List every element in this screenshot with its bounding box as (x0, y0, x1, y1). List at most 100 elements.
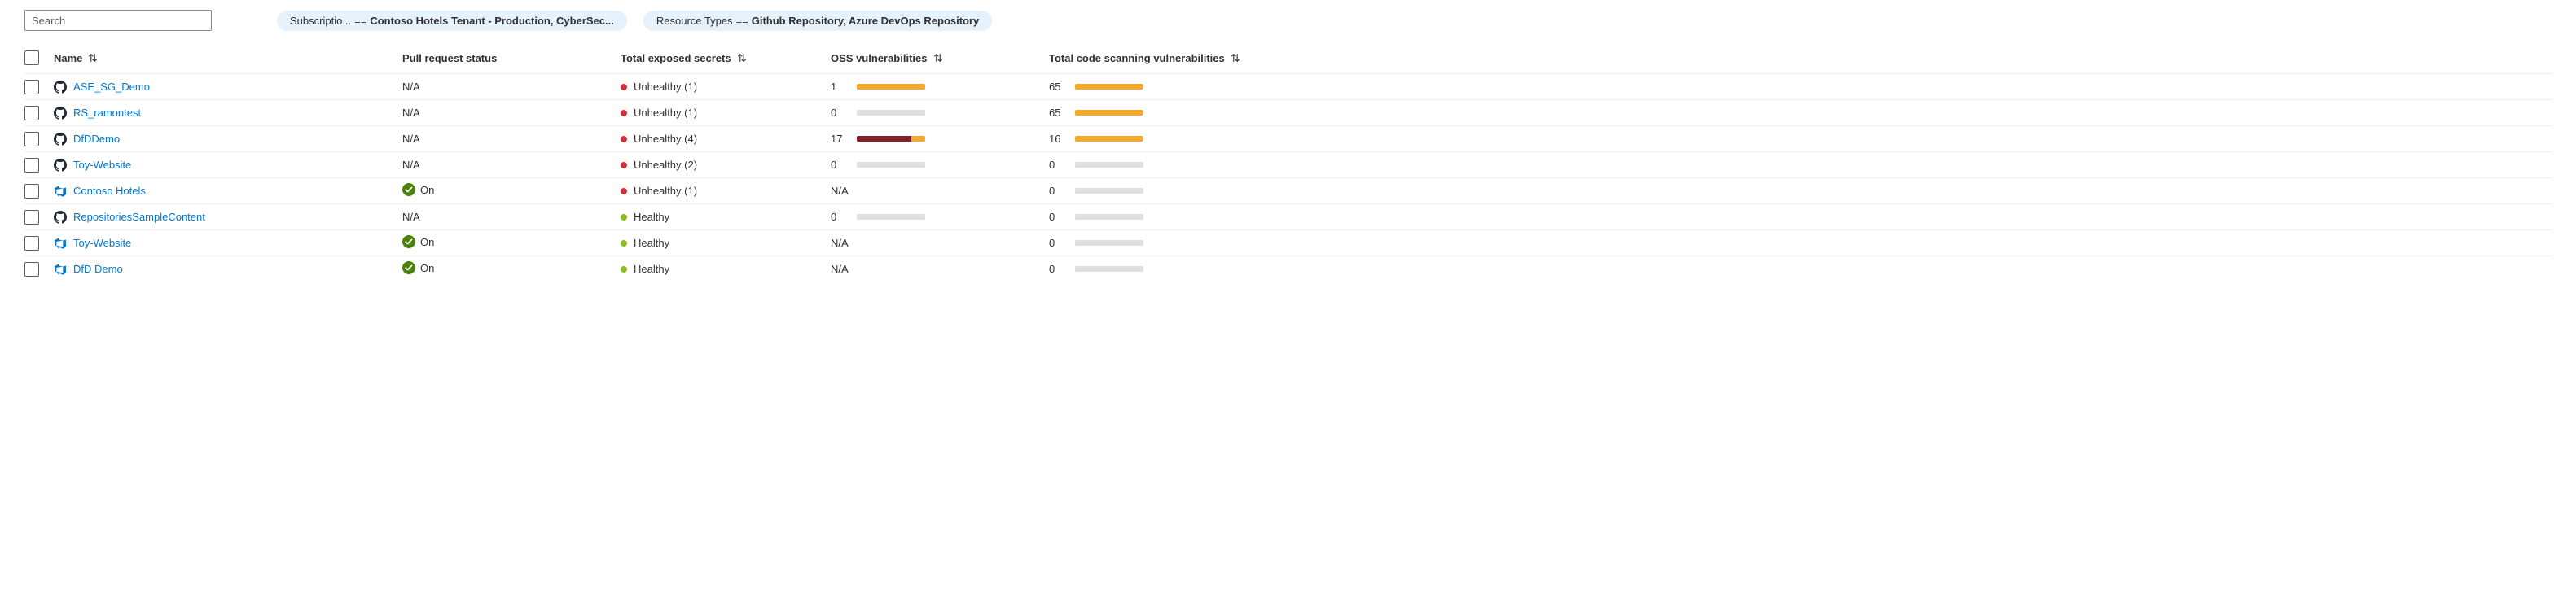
vuln-count: 16 (1049, 133, 1067, 145)
row-checkbox[interactable] (24, 158, 39, 173)
vuln-count: 0 (831, 107, 849, 119)
vuln-count: 0 (1049, 211, 1067, 223)
sort-icon (933, 52, 944, 63)
pr-status-text: N/A (402, 81, 420, 93)
search-input[interactable] (24, 10, 212, 31)
pr-status-text: N/A (402, 211, 420, 223)
repository-link[interactable]: ASE_SG_Demo (73, 81, 150, 93)
table-row: Toy-Website On Healthy N/A 0 (24, 229, 2552, 256)
secrets-text: Healthy (634, 237, 669, 249)
vuln-count: 0 (1049, 185, 1067, 197)
secrets-text: Unhealthy (1) (634, 185, 697, 197)
azure-devops-icon (54, 185, 67, 198)
column-label: Total exposed secrets (621, 52, 731, 64)
select-all-checkbox[interactable] (24, 50, 39, 65)
github-icon (54, 107, 67, 120)
row-checkbox[interactable] (24, 236, 39, 251)
repository-link[interactable]: Contoso Hotels (73, 185, 146, 197)
repository-link[interactable]: Toy-Website (73, 237, 131, 249)
severity-bar (857, 84, 925, 90)
column-code[interactable]: Total code scanning vulnerabilities (1049, 52, 1293, 64)
pr-status-text: On (420, 262, 434, 274)
status-on-icon (402, 183, 415, 196)
repository-link[interactable]: DfDDemo (73, 133, 120, 145)
table-header: Name Pull request status Total exposed s… (24, 46, 2552, 73)
filter-value: Github Repository, Azure DevOps Reposito… (752, 15, 980, 27)
column-pr-status[interactable]: Pull request status (402, 52, 614, 64)
pr-status-text: N/A (402, 159, 420, 171)
repositories-table: Name Pull request status Total exposed s… (24, 46, 2552, 282)
vuln-count: 1 (831, 81, 849, 93)
row-checkbox[interactable] (24, 106, 39, 120)
secrets-text: Healthy (634, 263, 669, 275)
secrets-text: Unhealthy (1) (634, 81, 697, 93)
filter-value: Contoso Hotels Tenant - Production, Cybe… (370, 15, 614, 27)
repository-link[interactable]: DfD Demo (73, 263, 123, 275)
sort-icon (736, 52, 748, 63)
row-checkbox[interactable] (24, 262, 39, 277)
github-icon (54, 81, 67, 94)
table-row: RepositoriesSampleContent N/A Healthy 0 … (24, 203, 2552, 229)
pr-status-text: On (420, 184, 434, 196)
severity-bar-segment (857, 136, 911, 142)
column-name[interactable]: Name (54, 52, 396, 64)
column-label: Pull request status (402, 52, 497, 64)
row-checkbox[interactable] (24, 80, 39, 94)
vuln-count: 0 (1049, 263, 1067, 275)
row-checkbox[interactable] (24, 184, 39, 199)
column-oss[interactable]: OSS vulnerabilities (831, 52, 1042, 64)
vuln-count: N/A (831, 263, 849, 275)
column-label: Name (54, 52, 82, 64)
pr-status-text: On (420, 236, 434, 248)
vuln-count: 0 (831, 211, 849, 223)
severity-bar (1075, 162, 1143, 168)
health-dot-icon (621, 188, 627, 194)
severity-bar (857, 110, 925, 116)
filter-op: == (736, 15, 748, 27)
row-checkbox[interactable] (24, 132, 39, 146)
health-dot-icon (621, 84, 627, 90)
table-row: DfD Demo On Healthy N/A 0 (24, 256, 2552, 282)
secrets-text: Unhealthy (4) (634, 133, 697, 145)
column-label: Total code scanning vulnerabilities (1049, 52, 1225, 64)
repository-link[interactable]: RS_ramontest (73, 107, 141, 119)
health-dot-icon (621, 240, 627, 247)
sort-icon (1230, 52, 1241, 63)
severity-bar (1075, 188, 1143, 194)
sort-icon (87, 52, 99, 63)
severity-bar-segment (1075, 110, 1143, 116)
vuln-count: N/A (831, 185, 849, 197)
table-row: DfDDemo N/A Unhealthy (4) 17 16 (24, 125, 2552, 151)
filter-key: Resource Types (656, 15, 733, 27)
table-row: Toy-Website N/A Unhealthy (2) 0 0 (24, 151, 2552, 177)
pr-status-text: N/A (402, 133, 420, 145)
severity-bar (1075, 110, 1143, 116)
vuln-count: 0 (1049, 237, 1067, 249)
severity-bar (1075, 266, 1143, 272)
severity-bar (857, 162, 925, 168)
health-dot-icon (621, 214, 627, 221)
severity-bar (1075, 240, 1143, 246)
health-dot-icon (621, 162, 627, 168)
github-icon (54, 159, 67, 172)
github-icon (54, 133, 67, 146)
filter-pill-resourcetypes[interactable]: Resource Types == Github Repository, Azu… (643, 11, 992, 31)
filter-pill-subscription[interactable]: Subscriptio... == Contoso Hotels Tenant … (277, 11, 627, 31)
secrets-text: Unhealthy (1) (634, 107, 697, 119)
severity-bar-segment (857, 84, 925, 90)
repository-link[interactable]: Toy-Website (73, 159, 131, 171)
repository-link[interactable]: RepositoriesSampleContent (73, 211, 205, 223)
row-checkbox[interactable] (24, 210, 39, 225)
column-secrets[interactable]: Total exposed secrets (621, 52, 824, 64)
vuln-count: 0 (831, 159, 849, 171)
vuln-count: 0 (1049, 159, 1067, 171)
health-dot-icon (621, 110, 627, 116)
secrets-text: Healthy (634, 211, 669, 223)
azure-devops-icon (54, 237, 67, 250)
severity-bar (857, 214, 925, 220)
table-row: RS_ramontest N/A Unhealthy (1) 0 65 (24, 99, 2552, 125)
vuln-count: 65 (1049, 81, 1067, 93)
severity-bar-segment (911, 136, 925, 142)
table-row: ASE_SG_Demo N/A Unhealthy (1) 1 65 (24, 73, 2552, 99)
severity-bar (1075, 214, 1143, 220)
